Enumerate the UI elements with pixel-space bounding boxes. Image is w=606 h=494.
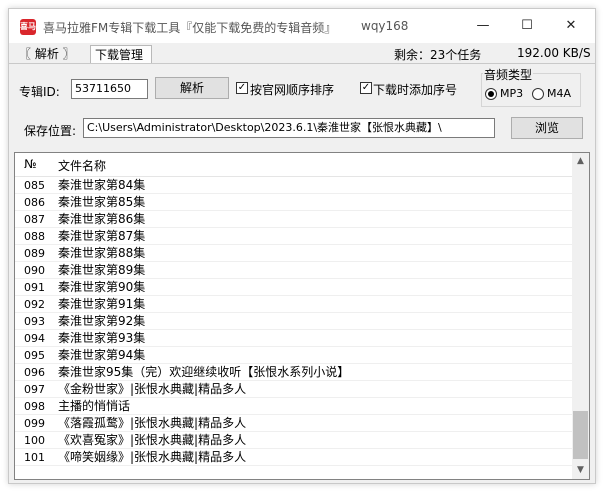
- row-file-name: 秦淮世家第94集: [58, 348, 146, 362]
- list-row[interactable]: 094 秦淮世家第93集: [15, 330, 573, 347]
- scrollbar-thumb[interactable]: [573, 411, 588, 459]
- column-header-file-name[interactable]: 文件名称: [58, 157, 106, 174]
- tab-download-manager[interactable]: 下载管理: [90, 45, 152, 63]
- row-file-name: 秦淮世家第92集: [58, 314, 146, 328]
- tab-bar: 〖 解析 〗 下载管理: [9, 43, 595, 63]
- list-row[interactable]: 100 《欢喜冤家》|张恨水典藏|精品多人: [15, 432, 573, 449]
- list-row[interactable]: 086 秦淮世家第85集: [15, 194, 573, 211]
- order-checkbox[interactable]: ✓: [236, 82, 248, 94]
- row-number: 090: [24, 264, 45, 277]
- row-number: 091: [24, 281, 45, 294]
- list-row[interactable]: 089 秦淮世家第88集: [15, 245, 573, 262]
- list-row[interactable]: 096 秦淮世家95集（完）欢迎继续收听【张恨水系列小说】: [15, 364, 573, 381]
- list-row[interactable]: 098 主播的悄悄话: [15, 398, 573, 415]
- title-bar: 喜马 喜马拉雅FM专辑下载工具『仅能下载免费的专辑音频』 wqy168 — ☐ …: [9, 9, 595, 43]
- row-number: 094: [24, 332, 45, 345]
- list-rows: 085 秦淮世家第84集 086 秦淮世家第85集 087 秦淮世家第86集 088 秦…: [15, 177, 573, 466]
- row-file-name: 秦淮世家第93集: [58, 331, 146, 345]
- save-path-label: 保存位置:: [24, 124, 77, 138]
- row-number: 093: [24, 315, 45, 328]
- add-number-checkbox[interactable]: ✓: [360, 82, 372, 94]
- row-file-name: 秦淮世家第91集: [58, 297, 146, 311]
- row-file-name: 秦淮世家第86集: [58, 212, 146, 226]
- list-row[interactable]: 085 秦淮世家第84集: [15, 177, 573, 194]
- row-file-name: 《啼笑姻缘》|张恨水典藏|精品多人: [58, 450, 247, 464]
- row-file-name: 《落霞孤鹜》|张恨水典藏|精品多人: [58, 416, 247, 430]
- row-file-name: 秦淮世家第88集: [58, 246, 146, 260]
- row-file-name: 秦淮世家第85集: [58, 195, 146, 209]
- list-row[interactable]: 099 《落霞孤鹜》|张恨水典藏|精品多人: [15, 415, 573, 432]
- add-number-checkbox-label: 下载时添加序号: [373, 83, 458, 97]
- m4a-label: M4A: [547, 87, 572, 100]
- row-number: 088: [24, 230, 45, 243]
- app-icon: 喜马: [20, 19, 36, 35]
- row-number: 098: [24, 400, 45, 413]
- row-file-name: 《欢喜冤家》|张恨水典藏|精品多人: [58, 433, 247, 447]
- window-user: wqy168: [361, 19, 409, 33]
- row-number: 096: [24, 366, 45, 379]
- parse-button[interactable]: 解析: [155, 77, 229, 99]
- scroll-down-icon[interactable]: ▼: [572, 462, 589, 479]
- row-number: 086: [24, 196, 45, 209]
- m4a-radio[interactable]: [532, 88, 544, 100]
- audio-type-label: 音频类型: [483, 66, 534, 83]
- row-number: 097: [24, 383, 45, 396]
- album-id-input[interactable]: 53711650: [71, 79, 148, 99]
- row-number: 085: [24, 179, 45, 192]
- vertical-scrollbar[interactable]: ▲ ▼: [572, 153, 589, 479]
- minimize-button[interactable]: —: [461, 13, 505, 39]
- tab-parse[interactable]: 〖 解析 〗: [15, 45, 89, 63]
- row-number: 087: [24, 213, 45, 226]
- row-file-name: 秦淮世家第84集: [58, 178, 146, 192]
- list-row[interactable]: 095 秦淮世家第94集: [15, 347, 573, 364]
- row-file-name: 主播的悄悄话: [58, 399, 131, 413]
- order-checkbox-label: 按官网顺序排序: [250, 83, 335, 97]
- maximize-button[interactable]: ☐: [505, 13, 549, 39]
- row-number: 089: [24, 247, 45, 260]
- row-file-name: 秦淮世家第89集: [58, 263, 146, 277]
- mp3-radio-dot: [488, 91, 494, 97]
- row-file-name: 秦淮世家第87集: [58, 229, 146, 243]
- list-row[interactable]: 088 秦淮世家第87集: [15, 228, 573, 245]
- scroll-up-icon[interactable]: ▲: [572, 153, 589, 170]
- album-id-label: 专辑ID:: [19, 85, 60, 99]
- list-row[interactable]: 092 秦淮世家第91集: [15, 296, 573, 313]
- list-row[interactable]: 101 《啼笑姻缘》|张恨水典藏|精品多人: [15, 449, 573, 466]
- mp3-radio[interactable]: [485, 88, 497, 100]
- row-number: 092: [24, 298, 45, 311]
- browse-button[interactable]: 浏览: [511, 117, 583, 139]
- window-title: 喜马拉雅FM专辑下载工具『仅能下载免费的专辑音频』: [43, 21, 337, 35]
- app-window: 喜马 喜马拉雅FM专辑下载工具『仅能下载免费的专辑音频』 wqy168 — ☐ …: [8, 8, 596, 484]
- row-number: 100: [24, 434, 45, 447]
- list-row[interactable]: 087 秦淮世家第86集: [15, 211, 573, 228]
- row-file-name: 秦淮世家第90集: [58, 280, 146, 294]
- download-speed: 192.00 KB/S: [517, 46, 591, 60]
- remaining-tasks: 剩余：23个任务: [394, 48, 482, 62]
- list-row[interactable]: 097 《金粉世家》|张恨水典藏|精品多人: [15, 381, 573, 398]
- row-number: 101: [24, 451, 45, 464]
- list-row[interactable]: 091 秦淮世家第90集: [15, 279, 573, 296]
- close-button[interactable]: ✕: [549, 13, 593, 39]
- list-header: № 文件名称: [15, 153, 573, 177]
- list-row[interactable]: 090 秦淮世家第89集: [15, 262, 573, 279]
- row-file-name: 秦淮世家95集（完）欢迎继续收听【张恨水系列小说】: [58, 365, 350, 379]
- column-header-number[interactable]: №: [24, 157, 36, 171]
- panel-border: [9, 63, 595, 64]
- row-file-name: 《金粉世家》|张恨水典藏|精品多人: [58, 382, 247, 396]
- list-row[interactable]: 093 秦淮世家第92集: [15, 313, 573, 330]
- file-list[interactable]: № 文件名称 085 秦淮世家第84集 086 秦淮世家第85集 087 秦淮世家第8…: [14, 152, 590, 480]
- row-number: 099: [24, 417, 45, 430]
- mp3-label: MP3: [500, 87, 524, 100]
- row-number: 095: [24, 349, 45, 362]
- save-path-input[interactable]: C:\Users\Administrator\Desktop\2023.6.1\…: [83, 118, 495, 138]
